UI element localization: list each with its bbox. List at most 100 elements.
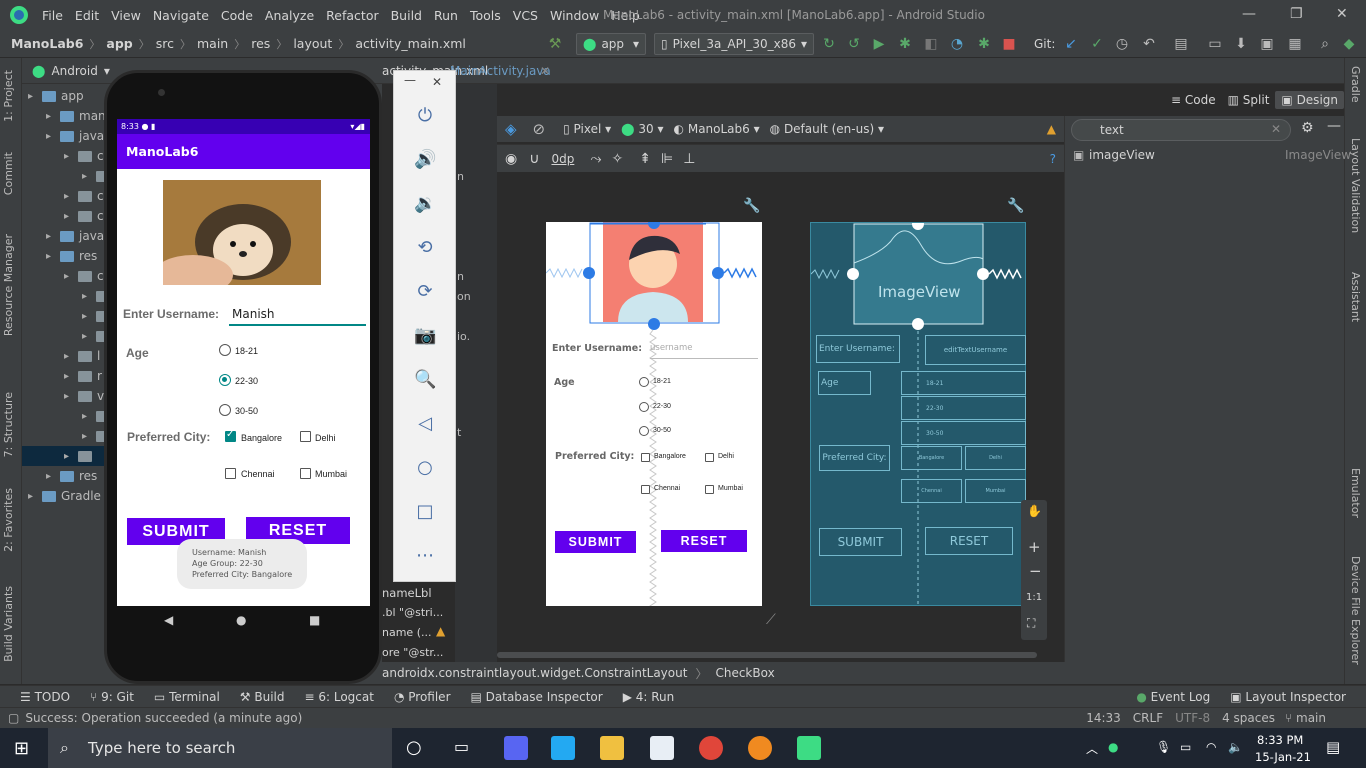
view-code-button[interactable]: ≡ Code — [1165, 91, 1222, 109]
tab-resource-manager[interactable]: Resource Manager — [2, 234, 15, 336]
clock-time[interactable]: 8:33 PM — [1257, 733, 1303, 747]
avd-manager-icon[interactable]: ▭ — [1206, 35, 1224, 53]
tool-terminal[interactable]: ▭ Terminal — [144, 690, 230, 704]
tab-main-activity[interactable]: MainActivity.java — [450, 64, 551, 78]
git-commit-icon[interactable]: ✓ — [1088, 35, 1106, 53]
expand-arrow-icon[interactable]: ▸ — [46, 131, 60, 142]
menu-build[interactable]: Build — [385, 8, 428, 23]
zoom-out-button[interactable]: − — [1029, 562, 1042, 580]
align-icon[interactable]: ⊫ — [661, 151, 673, 167]
menu-edit[interactable]: Edit — [69, 8, 105, 23]
expand-arrow-icon[interactable]: ▸ — [82, 331, 96, 342]
preview-checkbox[interactable] — [705, 453, 714, 462]
blueprint-checkbox[interactable]: Delhi — [965, 446, 1026, 470]
volume-up-icon[interactable]: 🔊 — [414, 149, 436, 171]
preview-reset-button[interactable]: RESET — [661, 530, 747, 552]
horizontal-scrollbar[interactable] — [497, 652, 1037, 658]
view-split-button[interactable]: ▥ Split — [1222, 91, 1276, 109]
blueprint-preview[interactable]: ImageView Enter Username: editTextUserna… — [810, 222, 1026, 607]
tool-todo[interactable]: ☰ TODO — [10, 690, 80, 704]
blueprint-radio[interactable]: 30-50 — [901, 421, 1026, 445]
breadcrumb-main[interactable]: main — [194, 36, 231, 51]
overview-icon[interactable]: □ — [414, 501, 436, 523]
pack-icon[interactable]: ⇞ — [639, 151, 651, 167]
expand-arrow-icon[interactable]: ▸ — [82, 291, 96, 302]
menu-analyze[interactable]: Analyze — [259, 8, 320, 23]
menu-navigate[interactable]: Navigate — [147, 8, 215, 23]
settings-sync-icon[interactable]: ▦ — [1286, 35, 1304, 53]
git-update-icon[interactable]: ↙ — [1062, 35, 1080, 53]
menu-run[interactable]: Run — [428, 8, 464, 23]
indent-setting[interactable]: 4 spaces — [1222, 711, 1275, 725]
clear-search-icon[interactable]: ✕ — [1271, 122, 1281, 136]
expand-arrow-icon[interactable]: ▸ — [64, 391, 78, 402]
preview-checkbox[interactable] — [705, 485, 714, 494]
history-icon[interactable]: ◷ — [1113, 35, 1131, 53]
run-icon[interactable]: ▶ — [870, 35, 888, 53]
expand-arrow-icon[interactable]: ▸ — [64, 211, 78, 222]
wifi-icon[interactable]: ◠ — [1206, 740, 1216, 754]
project-structure-icon[interactable]: ▤ — [1172, 35, 1190, 53]
warning-icon[interactable]: ▲ — [1047, 122, 1056, 136]
infer-constraints-icon[interactable]: ✧ — [612, 151, 624, 167]
layout-inspector-icon[interactable]: ▣ — [1258, 35, 1276, 53]
expand-arrow-icon[interactable]: ▸ — [46, 251, 60, 262]
device-select[interactable]: ▯ Pixel ▾ — [563, 122, 611, 136]
tab-device-file-explorer[interactable]: Device File Explorer — [1349, 556, 1362, 665]
menu-view[interactable]: View — [105, 8, 147, 23]
component-path-root[interactable]: androidx.constraintlayout.widget.Constra… — [382, 666, 687, 680]
git-branch[interactable]: ⑂ main — [1285, 711, 1326, 725]
attributes-search-input[interactable]: text — [1071, 119, 1291, 141]
tool-layout-inspector[interactable]: ▣ Layout Inspector — [1220, 690, 1356, 704]
blueprint-radio[interactable]: 22-30 — [901, 396, 1026, 420]
expand-arrow-icon[interactable]: ▸ — [64, 151, 78, 162]
expand-arrow-icon[interactable]: ▸ — [82, 311, 96, 322]
expand-arrow-icon[interactable]: ▸ — [64, 371, 78, 382]
discord-icon[interactable] — [504, 736, 528, 760]
expand-arrow-icon[interactable]: ▸ — [46, 231, 60, 242]
expand-arrow-icon[interactable]: ▸ — [64, 191, 78, 202]
maximize-icon[interactable]: ❐ — [1290, 6, 1303, 22]
expand-arrow-icon[interactable]: ▸ — [28, 491, 42, 502]
rotate-left-icon[interactable]: ⟲ — [414, 237, 436, 259]
tab-assistant[interactable]: Assistant — [1349, 272, 1362, 322]
expand-arrow-icon[interactable]: ▸ — [82, 171, 96, 182]
assistant-icon[interactable]: ◆ — [1340, 35, 1358, 53]
username-input[interactable]: Manish — [232, 307, 275, 321]
android-studio-taskbar-icon[interactable] — [797, 736, 821, 760]
nav-recents-icon[interactable]: ■ — [309, 613, 320, 627]
nav-home-icon[interactable]: ● — [236, 613, 246, 627]
expand-arrow-icon[interactable]: ▸ — [46, 471, 60, 482]
magnet-icon[interactable]: ∪ — [529, 151, 539, 167]
tab-gradle[interactable]: Gradle — [1349, 66, 1362, 103]
preview-checkbox[interactable] — [641, 453, 650, 462]
breadcrumb-layout[interactable]: layout — [290, 36, 335, 51]
volume-icon[interactable]: 🔈 — [1228, 740, 1243, 754]
api-select[interactable]: ⬤ 30 ▾ — [621, 122, 663, 136]
home-icon[interactable]: ○ — [414, 457, 436, 479]
close-emulator-icon[interactable]: ✕ — [432, 75, 442, 89]
microphone-icon[interactable]: 🎙 — [1156, 740, 1171, 754]
breadcrumb-res[interactable]: res — [248, 36, 273, 51]
zoom-actual-button[interactable]: 1:1 — [1026, 592, 1042, 603]
tool-event-log[interactable]: ● Event Log — [1126, 690, 1220, 704]
tool-profiler[interactable]: ◔ Profiler — [384, 690, 461, 704]
age-radio-22-30[interactable] — [219, 374, 231, 386]
expand-arrow-icon[interactable]: ▸ — [64, 451, 78, 462]
pan-icon[interactable]: ✋ — [1027, 504, 1042, 518]
apply-changes-icon[interactable]: ↻ — [820, 35, 838, 53]
back-icon[interactable]: ◁ — [414, 413, 436, 435]
breadcrumb-app[interactable]: app — [103, 36, 135, 51]
file-explorer-icon[interactable] — [600, 736, 624, 760]
city-checkbox-chennai[interactable] — [225, 468, 236, 479]
component-path-leaf[interactable]: CheckBox — [715, 666, 774, 680]
battery-icon[interactable]: ▭ — [1180, 740, 1191, 754]
help-icon[interactable]: ? — [1050, 152, 1056, 166]
attach-icon[interactable]: ◧ — [922, 35, 940, 53]
minimize-icon[interactable]: — — [1242, 6, 1256, 22]
menu-vcs[interactable]: VCS — [507, 8, 544, 23]
zoom-fit-icon[interactable]: ⛶ — [1027, 616, 1035, 631]
blueprint-age-label[interactable]: Age — [818, 371, 871, 395]
rotate-right-icon[interactable]: ⟳ — [414, 281, 436, 303]
tool-git[interactable]: ⑂ 9: Git — [80, 690, 144, 704]
